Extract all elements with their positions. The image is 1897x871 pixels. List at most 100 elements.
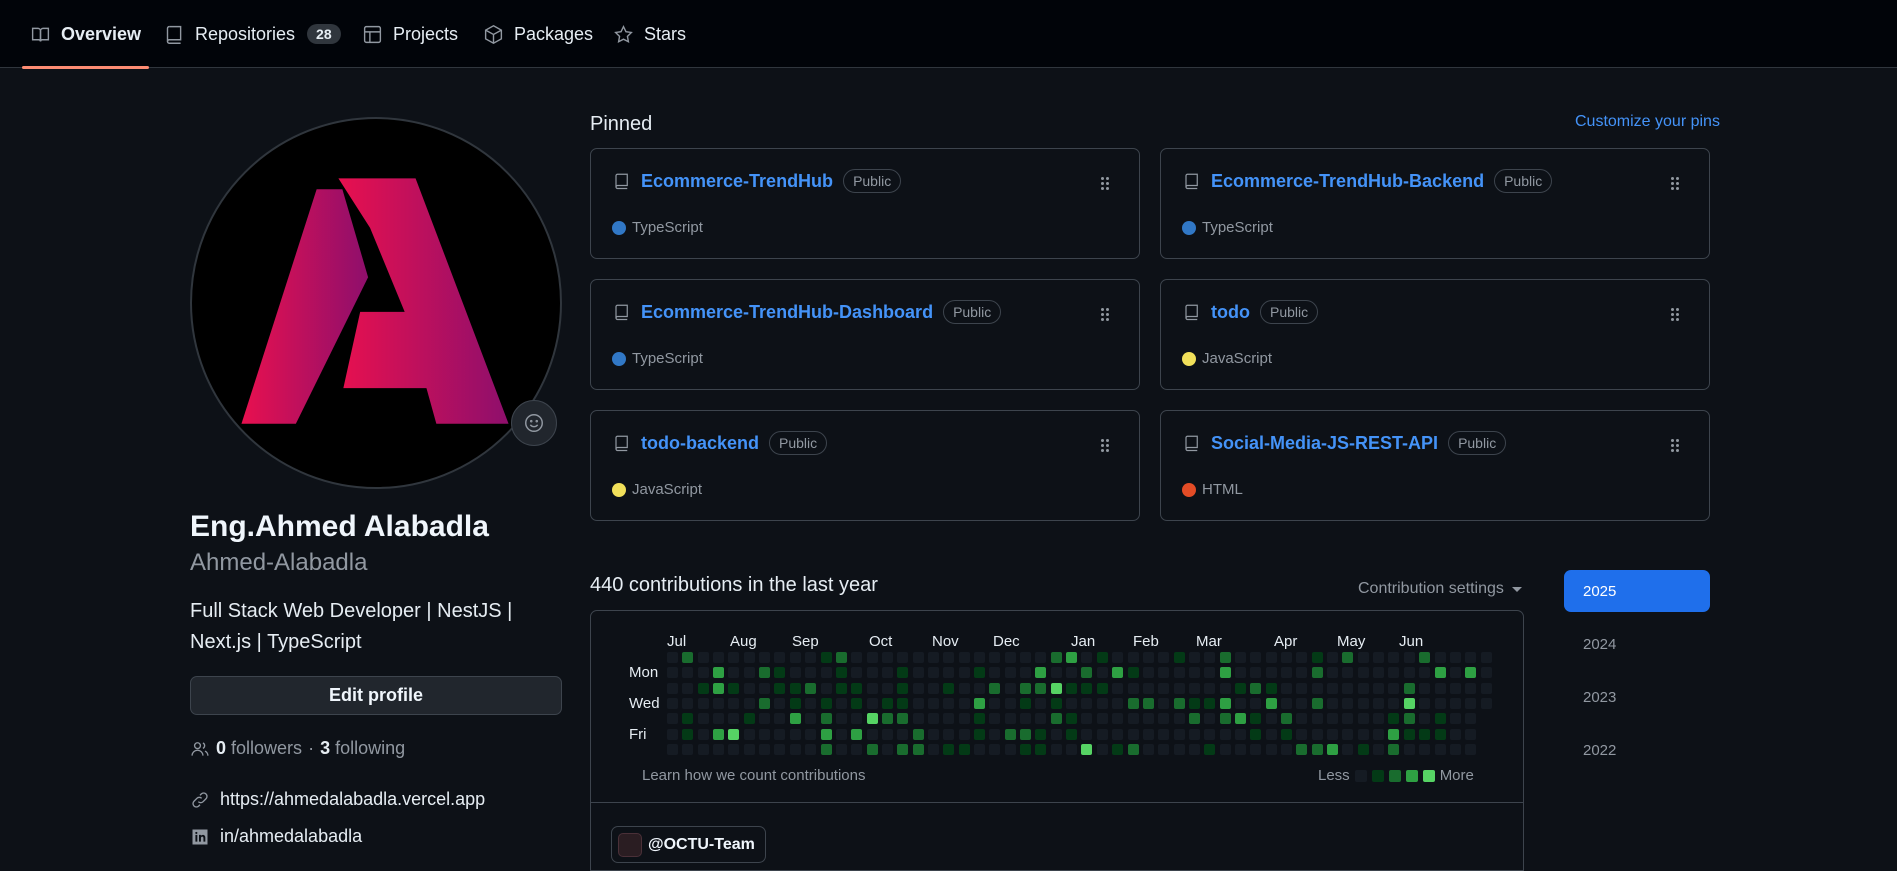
- contribution-cell[interactable]: [820, 652, 832, 663]
- contribution-cell[interactable]: [1296, 698, 1308, 710]
- contribution-cell[interactable]: [1373, 652, 1385, 663]
- contribution-cell[interactable]: [1158, 744, 1170, 756]
- linkedin-link[interactable]: in/ahmedalabadla: [190, 826, 362, 847]
- contribution-cell[interactable]: [682, 713, 694, 725]
- contribution-cell[interactable]: [1066, 744, 1078, 756]
- contribution-cell[interactable]: [759, 667, 771, 679]
- contribution-cell[interactable]: [1050, 698, 1062, 710]
- contribution-cell[interactable]: [1311, 667, 1323, 679]
- contribution-cell[interactable]: [1188, 728, 1200, 740]
- contribution-cell[interactable]: [1112, 728, 1124, 740]
- contribution-cell[interactable]: [789, 744, 801, 756]
- contribution-cell[interactable]: [1112, 698, 1124, 710]
- contribution-cell[interactable]: [1173, 652, 1185, 663]
- contribution-cell[interactable]: [728, 667, 740, 679]
- contribution-cell[interactable]: [943, 713, 955, 725]
- contribution-cell[interactable]: [1265, 698, 1277, 710]
- contribution-cell[interactable]: [1250, 698, 1262, 710]
- contribution-cell[interactable]: [866, 698, 878, 710]
- contribution-cell[interactable]: [1265, 652, 1277, 663]
- contribution-cell[interactable]: [1127, 713, 1139, 725]
- contribution-cell[interactable]: [835, 698, 847, 710]
- contribution-cell[interactable]: [1357, 652, 1369, 663]
- contribution-cell[interactable]: [912, 744, 924, 756]
- contribution-cell[interactable]: [1188, 698, 1200, 710]
- contribution-cell[interactable]: [927, 713, 939, 725]
- contribution-cell[interactable]: [1020, 682, 1032, 694]
- contribution-cell[interactable]: [1327, 698, 1339, 710]
- contribution-cell[interactable]: [866, 744, 878, 756]
- contribution-cell[interactable]: [1265, 744, 1277, 756]
- contribution-cell[interactable]: [1342, 698, 1354, 710]
- contribution-cell[interactable]: [1204, 713, 1216, 725]
- year-link[interactable]: 2022: [1564, 729, 1710, 771]
- contribution-cell[interactable]: [820, 698, 832, 710]
- contribution-cell[interactable]: [1265, 728, 1277, 740]
- contribution-cell[interactable]: [1081, 713, 1093, 725]
- contribution-cell[interactable]: [743, 744, 755, 756]
- contribution-cell[interactable]: [1142, 698, 1154, 710]
- contribution-cell[interactable]: [1096, 698, 1108, 710]
- contribution-cell[interactable]: [1004, 682, 1016, 694]
- contribution-cell[interactable]: [820, 667, 832, 679]
- contribution-cell[interactable]: [805, 713, 817, 725]
- contribution-cell[interactable]: [713, 744, 725, 756]
- learn-contributions-link[interactable]: Learn how we count contributions: [642, 767, 865, 784]
- contribution-cell[interactable]: [774, 698, 786, 710]
- contribution-cell[interactable]: [1204, 744, 1216, 756]
- contribution-cell[interactable]: [1219, 728, 1231, 740]
- org-filter-button[interactable]: @OCTU-Team: [611, 826, 766, 863]
- contribution-cell[interactable]: [743, 728, 755, 740]
- year-link[interactable]: 2023: [1564, 676, 1710, 718]
- contribution-cell[interactable]: [1020, 744, 1032, 756]
- contribution-cell[interactable]: [912, 652, 924, 663]
- contribution-cell[interactable]: [1311, 652, 1323, 663]
- contribution-cell[interactable]: [1158, 667, 1170, 679]
- contribution-cell[interactable]: [759, 728, 771, 740]
- contribution-cell[interactable]: [927, 744, 939, 756]
- contribution-cell[interactable]: [1112, 682, 1124, 694]
- contribution-cell[interactable]: [1419, 652, 1431, 663]
- contribution-cell[interactable]: [927, 682, 939, 694]
- contribution-cell[interactable]: [1081, 652, 1093, 663]
- contribution-cell[interactable]: [1357, 713, 1369, 725]
- contribution-cell[interactable]: [1403, 744, 1415, 756]
- contribution-cell[interactable]: [1096, 667, 1108, 679]
- contribution-cell[interactable]: [1419, 682, 1431, 694]
- contribution-cell[interactable]: [1234, 728, 1246, 740]
- contribution-cell[interactable]: [881, 652, 893, 663]
- contribution-cell[interactable]: [774, 713, 786, 725]
- contribution-cell[interactable]: [866, 667, 878, 679]
- contribution-cell[interactable]: [728, 698, 740, 710]
- contribution-cell[interactable]: [1188, 744, 1200, 756]
- contribution-cell[interactable]: [1142, 713, 1154, 725]
- contribution-cell[interactable]: [1250, 713, 1262, 725]
- contribution-cell[interactable]: [805, 667, 817, 679]
- contribution-cell[interactable]: [805, 744, 817, 756]
- contribution-cell[interactable]: [789, 698, 801, 710]
- contribution-cell[interactable]: [789, 682, 801, 694]
- contribution-cell[interactable]: [1311, 728, 1323, 740]
- contribution-cell[interactable]: [713, 728, 725, 740]
- contribution-cell[interactable]: [1050, 744, 1062, 756]
- contribution-cell[interactable]: [1188, 652, 1200, 663]
- contribution-cell[interactable]: [682, 682, 694, 694]
- contribution-cell[interactable]: [1342, 682, 1354, 694]
- contribution-cell[interactable]: [1434, 698, 1446, 710]
- contribution-cell[interactable]: [774, 744, 786, 756]
- contribution-cell[interactable]: [1296, 652, 1308, 663]
- contribution-cell[interactable]: [1373, 682, 1385, 694]
- contribution-cell[interactable]: [1204, 728, 1216, 740]
- contribution-cell[interactable]: [697, 698, 709, 710]
- contribution-cell[interactable]: [759, 698, 771, 710]
- contribution-cell[interactable]: [1096, 728, 1108, 740]
- contribution-cell[interactable]: [1081, 682, 1093, 694]
- contribution-cell[interactable]: [820, 682, 832, 694]
- contribution-cell[interactable]: [667, 698, 678, 710]
- contribution-cell[interactable]: [1250, 744, 1262, 756]
- contribution-cell[interactable]: [1173, 728, 1185, 740]
- contribution-cell[interactable]: [1296, 744, 1308, 756]
- contribution-cell[interactable]: [1219, 652, 1231, 663]
- contribution-cell[interactable]: [667, 728, 678, 740]
- contribution-cell[interactable]: [728, 728, 740, 740]
